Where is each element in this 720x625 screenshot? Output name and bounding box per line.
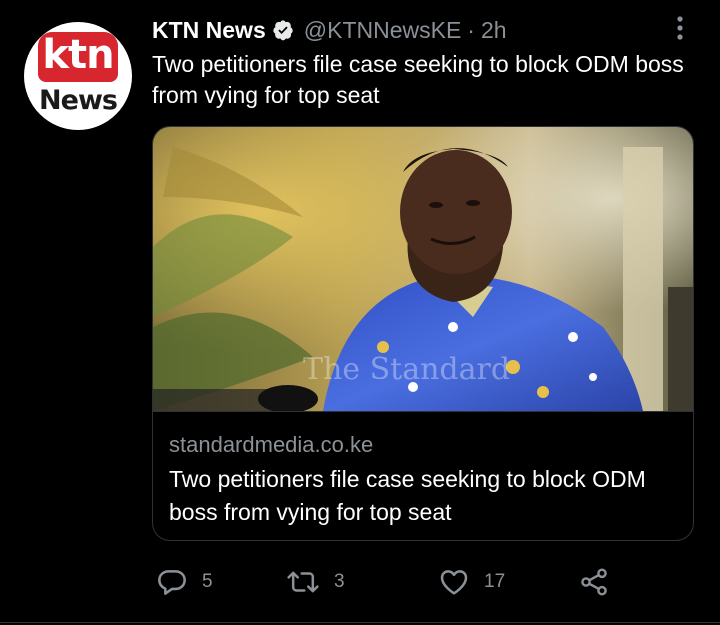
like-count: 17	[484, 571, 506, 592]
tweet-actions: 5 3 17	[152, 564, 692, 600]
avatar-logo-ktn: ktn	[38, 32, 118, 82]
avatar[interactable]: ktn News	[24, 22, 132, 130]
card-title: Two petitioners file case seeking to blo…	[169, 466, 646, 525]
link-card[interactable]: The Standard standardmedia.co.ke Two pet…	[152, 126, 694, 541]
handle[interactable]: @KTNNewsKE	[304, 17, 462, 44]
like-button[interactable]: 17	[438, 564, 505, 600]
avatar-logo-news: News	[39, 85, 118, 116]
verified-badge-icon	[272, 19, 294, 41]
reply-button[interactable]: 5	[156, 564, 213, 600]
card-image[interactable]: The Standard	[153, 127, 693, 413]
separator-dot: ·	[467, 16, 475, 43]
tweet-header: KTN News @KTNNewsKE · 2h	[152, 14, 507, 46]
more-vertical-icon[interactable]	[668, 14, 692, 42]
retweet-button[interactable]: 3	[286, 564, 345, 600]
reply-icon	[156, 566, 188, 598]
timestamp[interactable]: 2h	[481, 17, 507, 44]
tweet-text: Two petitioners file case seeking to blo…	[152, 51, 684, 108]
retweet-icon	[286, 566, 320, 598]
card-domain: standardmedia.co.ke	[169, 432, 374, 457]
heart-icon	[438, 566, 470, 598]
card-watermark: The Standard	[303, 352, 510, 387]
reply-count: 5	[202, 571, 213, 592]
retweet-count: 3	[334, 571, 345, 592]
card-body[interactable]: standardmedia.co.ke Two petitioners file…	[153, 411, 693, 540]
divider	[0, 622, 720, 623]
share-button[interactable]	[578, 564, 610, 600]
share-icon	[578, 566, 610, 598]
display-name[interactable]: KTN News	[152, 17, 266, 44]
tweet[interactable]: ktn News KTN News @KTNNewsKE · 2h Two pe…	[0, 0, 720, 625]
